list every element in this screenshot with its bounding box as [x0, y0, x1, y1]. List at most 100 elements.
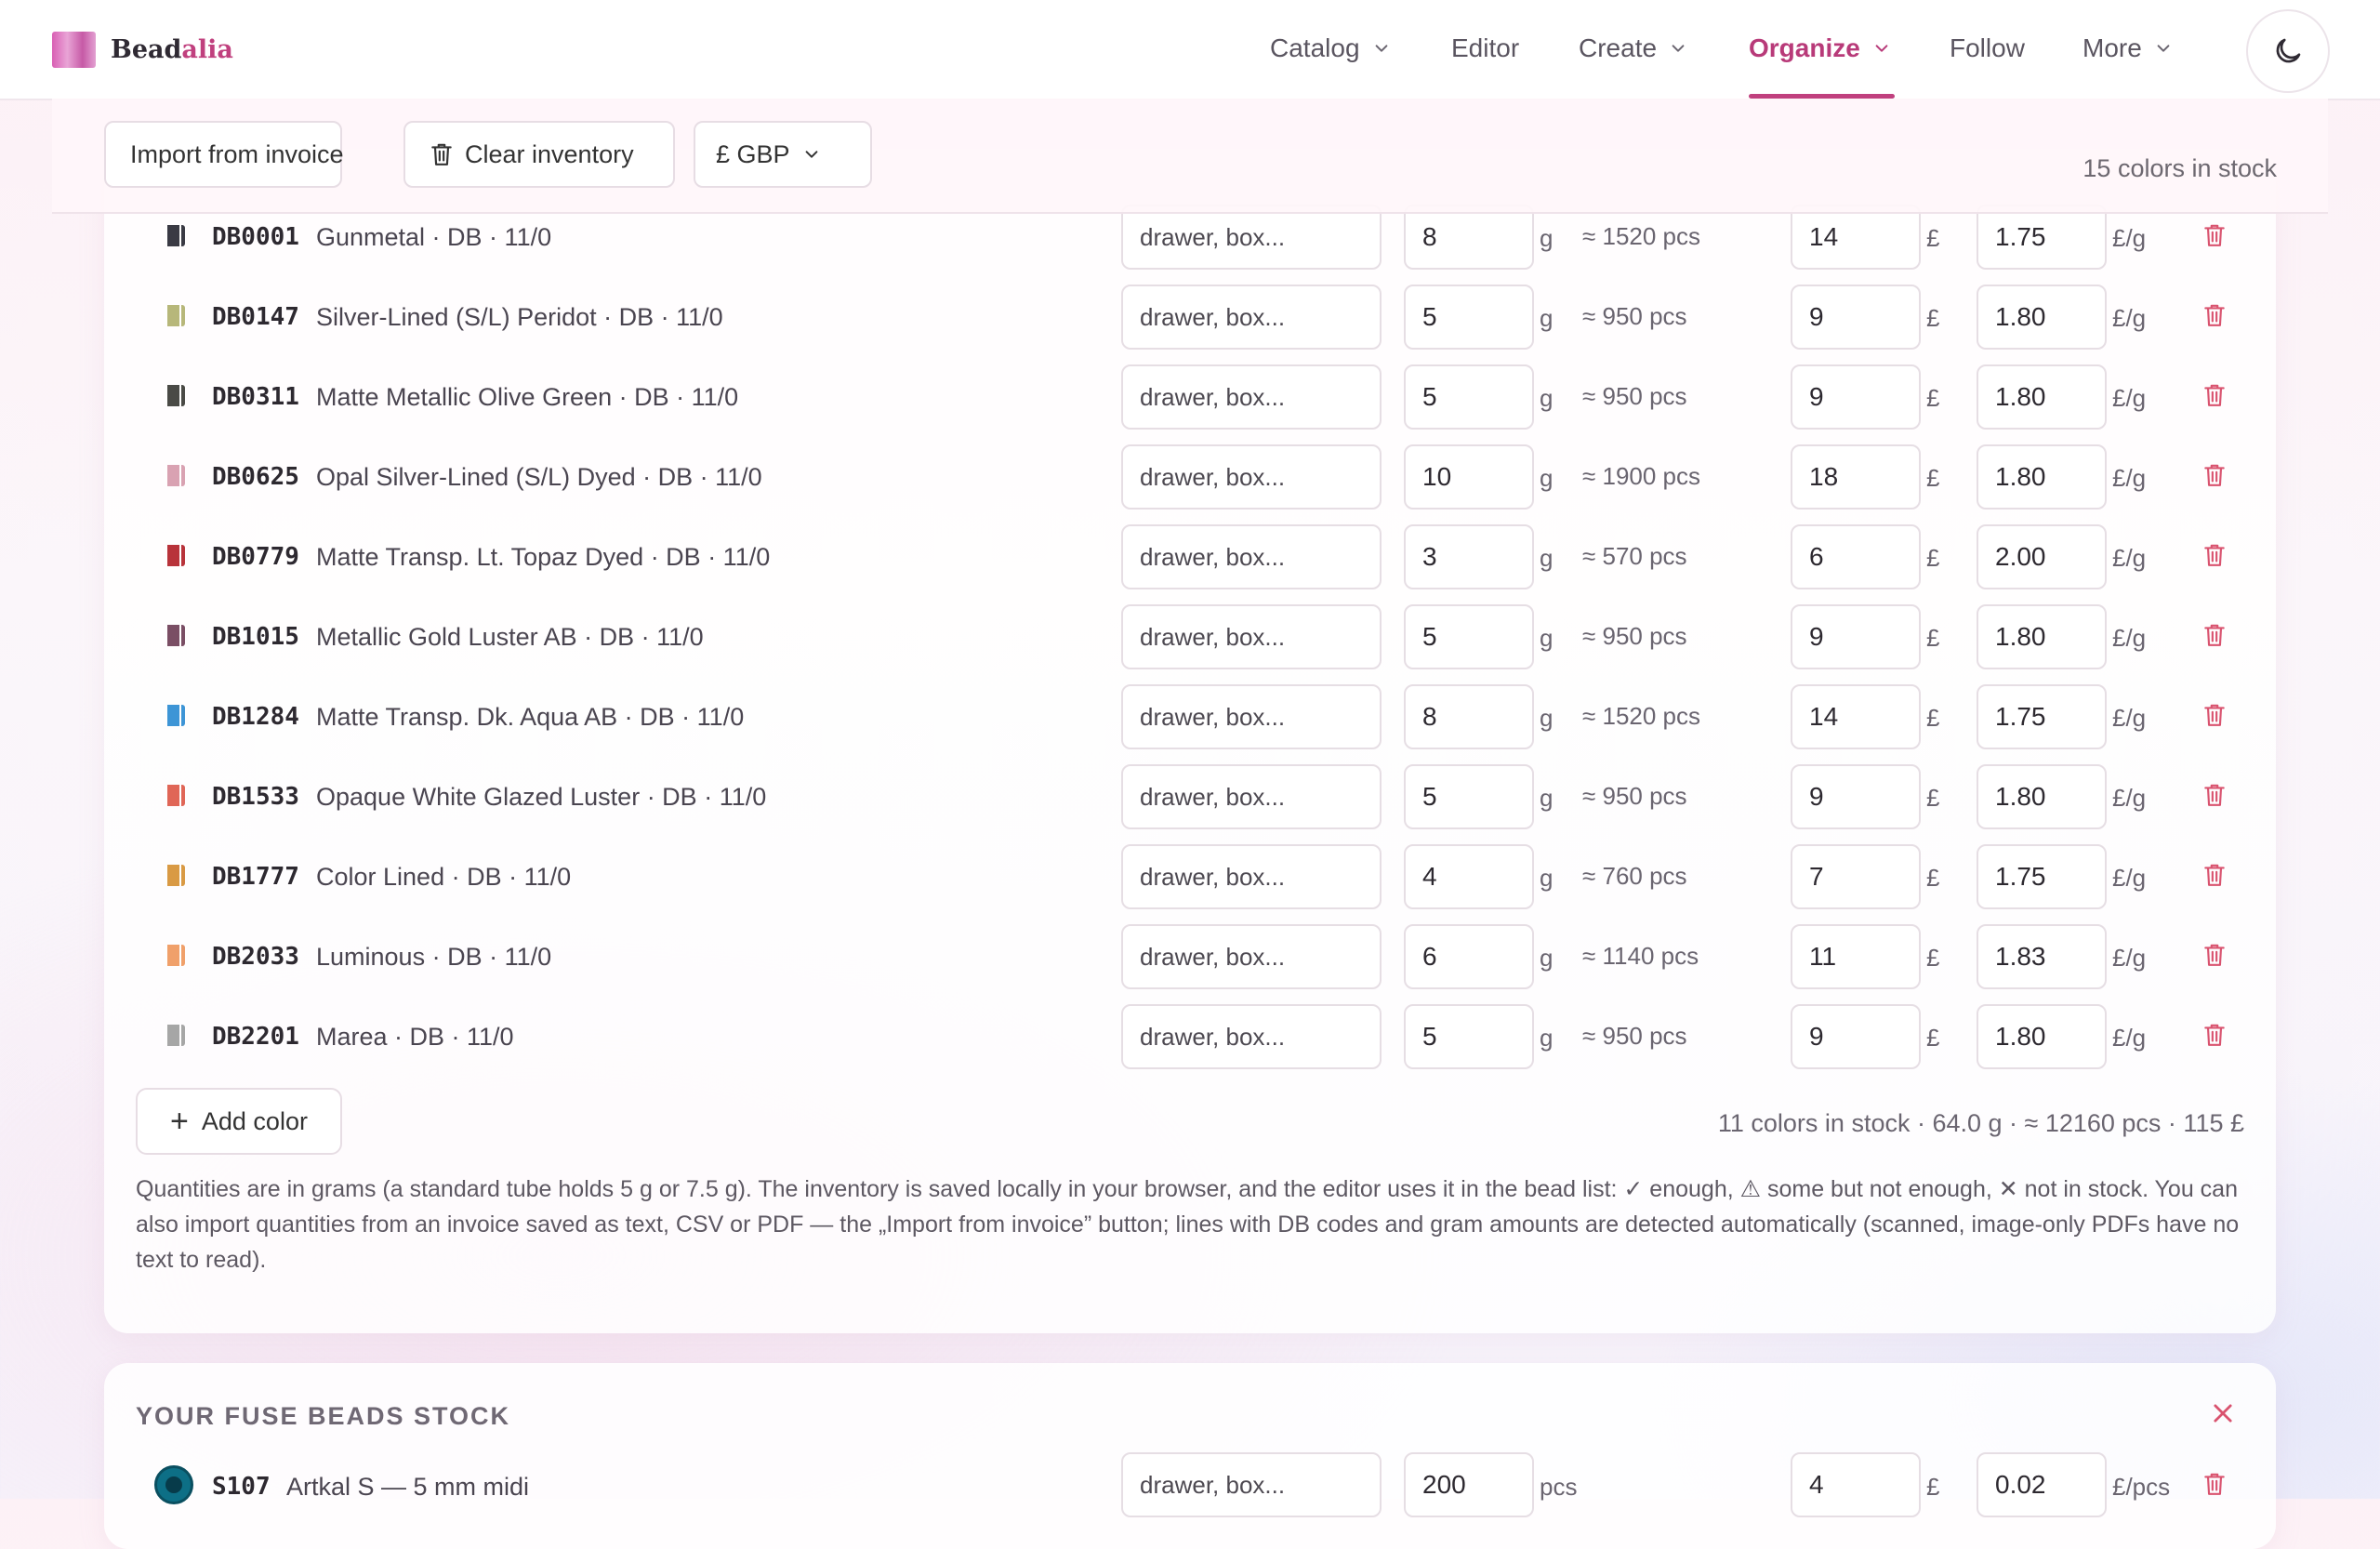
grams-input[interactable]: 5 — [1404, 1004, 1534, 1069]
gram-unit: g — [1540, 1024, 1554, 1052]
delete-row-button[interactable] — [2202, 302, 2227, 333]
delete-row-button[interactable] — [2202, 862, 2227, 893]
currency-symbol: £ — [1926, 304, 1940, 332]
import-invoice-button[interactable]: Import from invoice — [104, 121, 344, 188]
grams-input[interactable]: 5 — [1404, 285, 1534, 350]
bead-code: DB0311 — [212, 383, 299, 411]
add-color-button[interactable]: + Add color — [136, 1088, 342, 1155]
location-input[interactable]: drawer, box... — [1121, 604, 1382, 669]
nav-follow[interactable]: Follow — [1950, 33, 2025, 63]
price-input[interactable]: 14 — [1791, 684, 1921, 749]
grams-input[interactable]: 3 — [1404, 524, 1534, 589]
trash-icon — [431, 143, 452, 165]
color-swatch — [164, 785, 185, 806]
location-input[interactable]: drawer, box... — [1121, 205, 1382, 270]
location-input[interactable]: drawer, box... — [1121, 1004, 1382, 1069]
price-per-gram-input[interactable]: 1.75 — [1977, 684, 2107, 749]
price-per-gram-input[interactable]: 1.75 — [1977, 205, 2107, 270]
delete-row-button[interactable] — [2202, 942, 2227, 973]
location-input[interactable]: drawer, box... — [1121, 684, 1382, 749]
price-input[interactable]: 9 — [1791, 1004, 1921, 1069]
grams-input[interactable]: 8 — [1404, 684, 1534, 749]
currency-symbol: £ — [1926, 1473, 1940, 1501]
location-input[interactable]: drawer, box... — [1121, 844, 1382, 909]
bead-code: DB2201 — [212, 1023, 299, 1051]
table-row: DB2201 Marea · DB · 11/0 drawer, box... … — [0, 996, 2276, 1076]
pieces-estimate: ≈ 1520 pcs — [1582, 222, 1701, 250]
add-color-label: Add color — [201, 1106, 308, 1135]
delete-row-button[interactable] — [2202, 622, 2227, 653]
price-per-gram-input[interactable]: 1.80 — [1977, 444, 2107, 510]
price-per-gram-input[interactable]: 1.80 — [1977, 364, 2107, 430]
currency-symbol: £ — [1926, 544, 1940, 572]
grams-input[interactable]: 4 — [1404, 844, 1534, 909]
bead-code: DB0147 — [212, 303, 299, 331]
price-per-gram-unit: £/g — [2112, 1024, 2147, 1052]
delete-row-button[interactable] — [2202, 382, 2227, 413]
grams-input[interactable]: 6 — [1404, 924, 1534, 989]
price-input[interactable]: 4 — [1791, 1452, 1921, 1517]
grams-input[interactable]: 5 — [1404, 364, 1534, 430]
price-input[interactable]: 14 — [1791, 205, 1921, 270]
delete-row-button[interactable] — [2202, 1471, 2227, 1502]
delete-row-button[interactable] — [2202, 702, 2227, 733]
price-input[interactable]: 11 — [1791, 924, 1921, 989]
price-input[interactable]: 9 — [1791, 285, 1921, 350]
price-input[interactable]: 7 — [1791, 844, 1921, 909]
location-input[interactable]: drawer, box... — [1121, 1452, 1382, 1517]
location-input[interactable]: drawer, box... — [1121, 444, 1382, 510]
chevron-down-icon — [1375, 45, 1387, 52]
price-per-gram-unit: £/g — [2112, 224, 2147, 252]
inventory-summary: 11 colors in stock · 64.0 g · ≈ 12160 pc… — [1717, 1109, 2244, 1137]
price-per-gram-input[interactable]: 1.80 — [1977, 1004, 2107, 1069]
currency-symbol: £ — [1926, 384, 1940, 412]
price-per-gram-input[interactable]: 1.80 — [1977, 285, 2107, 350]
price-per-gram-input[interactable]: 1.83 — [1977, 924, 2107, 989]
nav-organize[interactable]: Organize — [1749, 33, 1890, 63]
price-per-gram-input[interactable]: 1.75 — [1977, 844, 2107, 909]
price-input[interactable]: 9 — [1791, 364, 1921, 430]
close-section-button[interactable] — [2210, 1400, 2236, 1431]
price-input[interactable]: 6 — [1791, 524, 1921, 589]
location-input[interactable]: drawer, box... — [1121, 524, 1382, 589]
price-per-gram-input[interactable]: 2.00 — [1977, 524, 2107, 589]
grams-input[interactable]: 5 — [1404, 604, 1534, 669]
grams-input[interactable]: 8 — [1404, 205, 1534, 270]
quantity-input[interactable]: 200 — [1404, 1452, 1534, 1517]
pieces-estimate: ≈ 1140 pcs — [1582, 942, 1699, 970]
location-input[interactable]: drawer, box... — [1121, 764, 1382, 829]
nav-more[interactable]: More — [2082, 33, 2172, 63]
price-per-gram-input[interactable]: 1.80 — [1977, 764, 2107, 829]
delete-row-button[interactable] — [2202, 462, 2227, 493]
gram-unit: g — [1540, 944, 1554, 972]
price-per-gram-input[interactable]: 1.80 — [1977, 604, 2107, 669]
price-input[interactable]: 9 — [1791, 764, 1921, 829]
location-input[interactable]: drawer, box... — [1121, 364, 1382, 430]
price-per-piece-input[interactable]: 0.02 — [1977, 1452, 2107, 1517]
theme-toggle-button[interactable] — [2246, 9, 2330, 93]
bead-code: DB1015 — [212, 623, 299, 651]
delete-row-button[interactable] — [2202, 542, 2227, 573]
table-row: DB0779 Matte Transp. Lt. Topaz Dyed · DB… — [0, 516, 2276, 596]
delete-row-button[interactable] — [2202, 782, 2227, 813]
currency-select[interactable]: £ GBP — [694, 121, 872, 188]
price-input[interactable]: 18 — [1791, 444, 1921, 510]
location-input[interactable]: drawer, box... — [1121, 285, 1382, 350]
clear-inventory-button[interactable]: Clear inventory — [403, 121, 675, 188]
grams-input[interactable]: 10 — [1404, 444, 1534, 510]
price-input[interactable]: 9 — [1791, 604, 1921, 669]
nav-create[interactable]: Create — [1579, 33, 1686, 63]
grams-input[interactable]: 5 — [1404, 764, 1534, 829]
currency-symbol: £ — [1926, 464, 1940, 492]
delete-row-button[interactable] — [2202, 222, 2227, 253]
price-per-gram-unit: £/g — [2112, 624, 2147, 652]
location-input[interactable]: drawer, box... — [1121, 924, 1382, 989]
nav-editor[interactable]: Editor — [1451, 33, 1519, 63]
price-per-gram-unit: £/g — [2112, 304, 2147, 332]
delete-row-button[interactable] — [2202, 1022, 2227, 1053]
brand-logo[interactable]: Beadalia — [52, 32, 233, 68]
nav-catalog[interactable]: Catalog — [1270, 33, 1390, 63]
moon-icon — [2276, 38, 2301, 63]
pieces-estimate: ≈ 950 pcs — [1582, 1022, 1687, 1050]
bead-code: S107 — [212, 1473, 271, 1501]
